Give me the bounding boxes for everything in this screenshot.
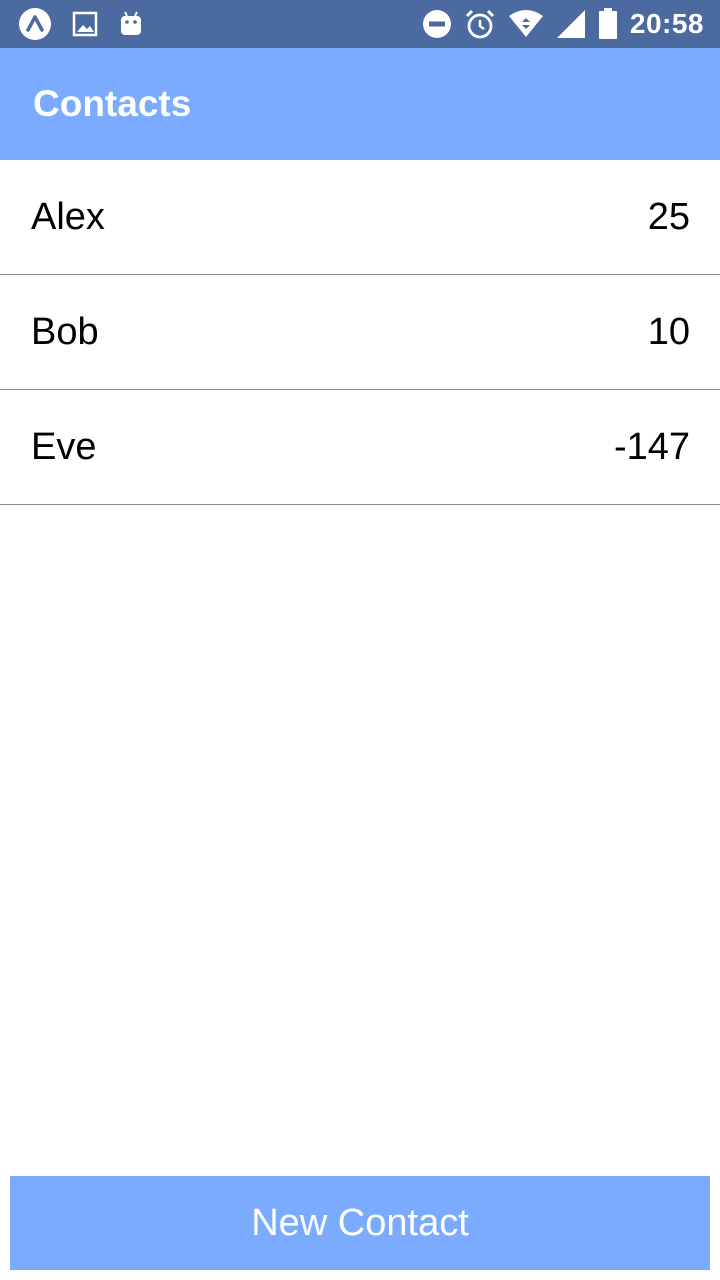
contact-name: Eve <box>31 425 97 468</box>
contact-list: Alex 25 Bob 10 Eve -147 <box>0 160 720 505</box>
android-icon <box>118 10 144 38</box>
alarm-icon <box>464 8 496 40</box>
status-bar-left <box>18 7 144 41</box>
contact-value: 25 <box>647 195 690 238</box>
contact-name: Bob <box>31 310 99 353</box>
contact-value: -147 <box>613 425 690 468</box>
wifi-icon <box>508 10 544 38</box>
status-bar: 20:58 <box>0 0 720 48</box>
contact-name: Alex <box>31 195 105 238</box>
contact-row-alex[interactable]: Alex 25 <box>0 160 720 275</box>
do-not-disturb-icon <box>422 9 452 39</box>
contact-row-bob[interactable]: Bob 10 <box>0 275 720 390</box>
app-bar: Contacts <box>0 48 720 160</box>
cell-signal-icon <box>556 9 586 39</box>
battery-icon <box>598 8 618 40</box>
expo-icon <box>18 7 52 41</box>
status-bar-right: 20:58 <box>422 8 704 40</box>
image-icon <box>72 11 98 37</box>
screen: 20:58 Contacts Alex 25 Bob 10 Eve -147 N… <box>0 0 720 1280</box>
contact-row-eve[interactable]: Eve -147 <box>0 390 720 505</box>
status-time: 20:58 <box>629 8 704 39</box>
page-title: Contacts <box>33 83 192 124</box>
new-contact-button[interactable]: New Contact <box>10 1176 710 1270</box>
contact-value: 10 <box>647 310 690 353</box>
